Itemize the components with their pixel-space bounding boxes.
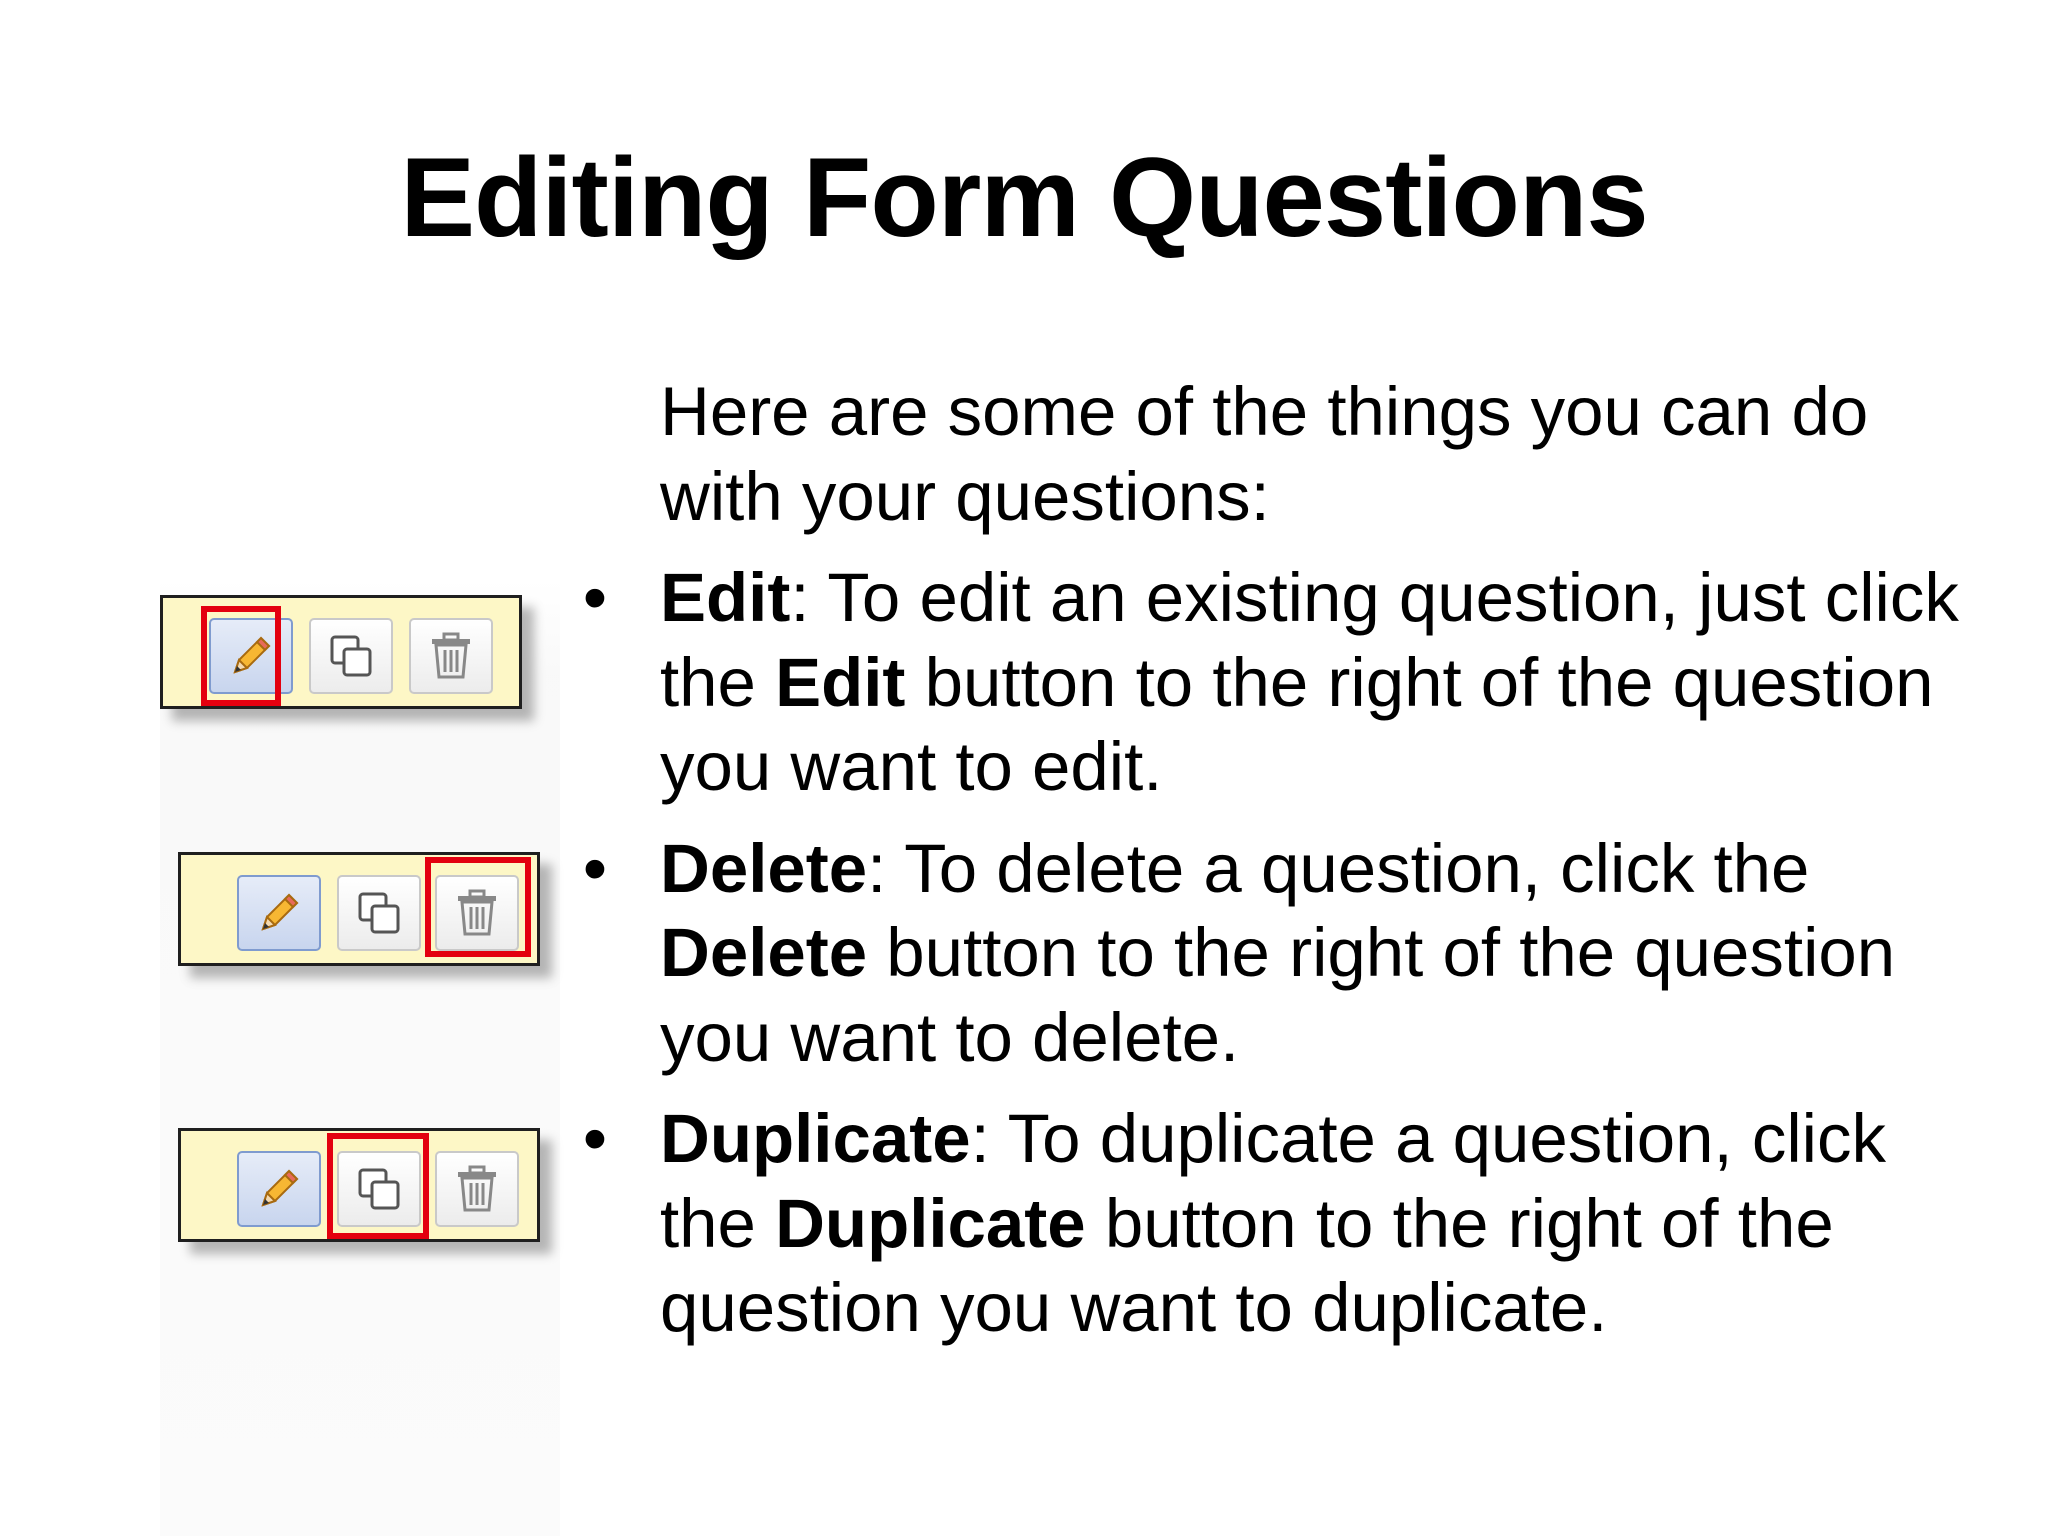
edit-button[interactable] <box>237 875 321 951</box>
toolbar-delete-example <box>178 852 540 966</box>
bullet-term: Duplicate <box>660 1100 971 1177</box>
edit-button[interactable] <box>237 1151 321 1227</box>
delete-button[interactable] <box>409 618 493 694</box>
pencil-icon <box>261 893 299 931</box>
duplicate-icon <box>330 635 372 677</box>
slide: Editing Form Questions Here are some of … <box>0 0 2048 1536</box>
bullet-term-inline: Duplicate <box>775 1184 1086 1262</box>
bullet-term: Edit <box>660 559 791 636</box>
highlight-box <box>327 1133 429 1239</box>
bullet-list: • Edit: To edit an existing question, ju… <box>580 556 1980 1351</box>
bullet-duplicate: • Duplicate: To duplicate a question, cl… <box>580 1097 1980 1351</box>
duplicate-button[interactable] <box>337 875 421 951</box>
duplicate-icon <box>358 892 400 934</box>
toolbar-edit-example <box>160 595 522 709</box>
bullet-term: Delete <box>660 829 868 907</box>
trash-icon <box>432 632 470 679</box>
duplicate-button[interactable] <box>309 618 393 694</box>
bullet-glyph: • <box>582 559 608 636</box>
bullet-glyph: • <box>582 1100 608 1177</box>
bullet-glyph: • <box>582 829 608 907</box>
bullet-delete: • Delete: To delete a question, click th… <box>580 827 1980 1081</box>
toolbar-duplicate-example <box>178 1128 540 1242</box>
pencil-icon <box>261 1169 299 1207</box>
highlight-box <box>201 606 281 706</box>
image-shadow-backdrop <box>160 580 560 1536</box>
bullet-text: : To delete a question, click the <box>867 829 1810 907</box>
slide-body: Here are some of the things you can do w… <box>580 370 1980 1351</box>
intro-text: Here are some of the things you can do w… <box>660 373 1869 535</box>
bullet-term-inline: Delete <box>660 914 868 991</box>
bullet-term-inline: Edit <box>775 643 906 721</box>
slide-title: Editing Form Questions <box>400 135 1648 260</box>
highlight-box <box>425 857 531 957</box>
bullet-edit: • Edit: To edit an existing question, ju… <box>580 556 1980 810</box>
delete-button[interactable] <box>435 1151 519 1227</box>
trash-icon <box>458 1165 496 1212</box>
